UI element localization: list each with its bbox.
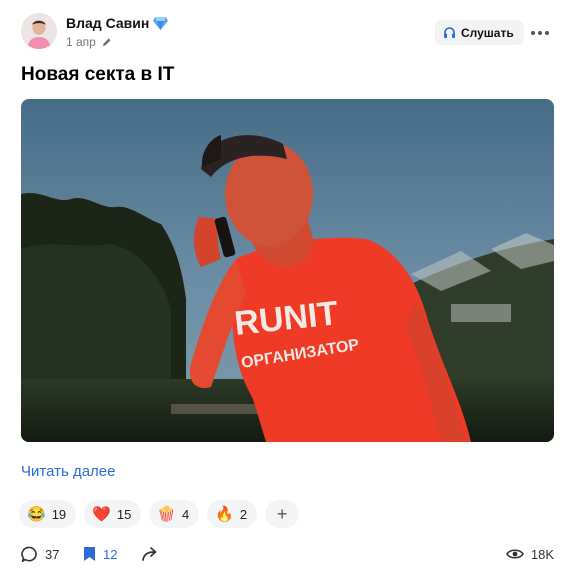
more-dots-icon[interactable] [529,22,551,44]
post-footer: 37 12 18K [21,543,554,565]
post-meta: 1 апр [66,35,112,49]
views-count: 18K [530,546,554,562]
post-date: 1 апр [66,35,96,49]
share-button[interactable] [141,543,159,565]
reaction-count: 19 [51,506,67,522]
reaction-count: 15 [116,506,132,522]
views-stat: 18K [505,543,554,565]
reaction-laugh[interactable]: 😂 19 [19,500,77,528]
listen-label: Слушать [461,25,514,40]
comments-count: 37 [45,546,60,562]
laugh-emoji-icon: 😂 [27,505,46,523]
pencil-icon [102,38,111,46]
bookmark-icon [84,547,95,561]
avatar[interactable] [21,13,57,49]
reaction-fire[interactable]: 🔥 2 [207,500,258,528]
post-header: Влад Савин 1 апр Слушать [21,13,554,51]
read-more-link[interactable]: Читать далее [21,463,115,480]
post-image[interactable]: RUNIT ОРГАНИЗАТОР [21,99,554,442]
reaction-heart[interactable]: ❤️ 15 [84,500,142,528]
reactions-bar: 😂 19 ❤️ 15 🍿 4 🔥 2 + [19,500,300,528]
diamond-icon [153,17,169,30]
author-name-row: Влад Савин [66,15,169,31]
fire-emoji-icon: 🔥 [215,505,234,523]
reaction-count: 2 [239,506,248,522]
post-title[interactable]: Новая секта в IT [21,64,174,86]
share-arrow-icon [142,547,157,561]
heart-emoji-icon: ❤️ [92,505,111,523]
reaction-count: 4 [182,506,190,522]
add-reaction-button[interactable]: + [265,500,300,528]
comment-icon [21,546,37,562]
comments-button[interactable]: 37 [21,543,59,565]
eye-icon [505,549,524,559]
listen-button[interactable]: Слушать [435,20,524,45]
saves-count: 12 [103,546,118,562]
reaction-popcorn[interactable]: 🍿 4 [149,500,200,528]
popcorn-emoji-icon: 🍿 [157,505,176,523]
bookmark-button[interactable]: 12 [83,543,117,565]
author-name[interactable]: Влад Савин [66,15,149,31]
headphones-icon [444,27,455,38]
